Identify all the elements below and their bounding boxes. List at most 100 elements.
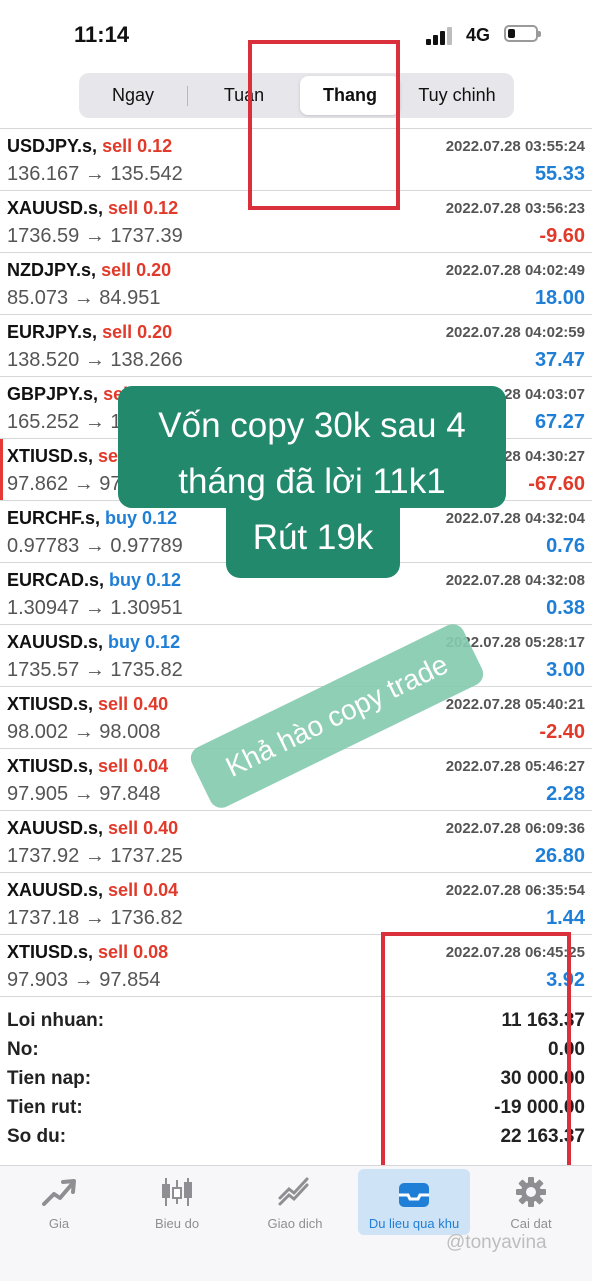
trade-profit: 37.47 <box>534 349 585 371</box>
trade-symbol: NZDJPY.s, sell 0.20 <box>7 260 171 281</box>
symbol-name: USDJPY.s, <box>7 136 98 156</box>
trade-symbol: EURJPY.s, sell 0.20 <box>7 322 172 343</box>
trend-arrow-icon <box>42 1179 76 1206</box>
symbol-name: XAUUSD.s, <box>7 198 104 218</box>
tab-quotes[interactable]: Gia <box>0 1166 118 1238</box>
trade-time: 2022.07.28 06:09:36 <box>445 820 585 837</box>
trade-profit: 0.38 <box>546 597 585 619</box>
trade-row[interactable]: NZDJPY.s, sell 0.20 2022.07.28 04:02:49 85… <box>0 253 592 315</box>
trade-profit: -9.60 <box>539 225 585 247</box>
trade-time: 2022.07.28 04:32:04 <box>445 510 585 527</box>
trade-prices: 97.905 → 97.848 <box>7 783 161 805</box>
trade-symbol: XTIUSD.s, sell 0.08 <box>7 942 168 963</box>
tab-settings[interactable]: Cai dat <box>472 1166 590 1238</box>
trade-time: 2022.07.28 05:40:21 <box>445 696 585 713</box>
trade-symbol: EURCAD.s, buy 0.12 <box>7 570 181 591</box>
symbol-name: EURCHF.s, <box>7 508 101 528</box>
tab-charts-label: Bieu do <box>154 1216 200 1231</box>
trade-symbol: XTIUSD.s, sell 0.04 <box>7 756 168 777</box>
tab-trade[interactable]: Giao dich <box>236 1166 354 1238</box>
trade-prices: 1737.92 → 1737.25 <box>7 845 183 867</box>
trade-row[interactable]: XAUUSD.s, sell 0.40 2022.07.28 06:09:36 17… <box>0 811 592 873</box>
trade-profit: 2.28 <box>546 783 585 805</box>
symbol-name: EURJPY.s, <box>7 322 98 342</box>
trade-time: 2022.07.28 04:02:49 <box>445 262 585 279</box>
trade-profit: 0.76 <box>546 535 585 557</box>
tab-history-label: Du lieu qua khu <box>368 1216 460 1231</box>
candlestick-icon <box>162 1178 192 1206</box>
trade-prices: 138.520 → 138.266 <box>7 349 183 371</box>
callout-line-2: tháng đã lời 11k1 <box>178 462 446 501</box>
summary-label: Tien nap: <box>7 1068 92 1089</box>
status-time: 11:14 <box>74 22 130 47</box>
history-tray-icon <box>399 1183 429 1207</box>
tab-settings-label: Cai dat <box>510 1216 552 1231</box>
trade-row[interactable]: XAUUSD.s, sell 0.04 2022.07.28 06:35:54 17… <box>0 873 592 935</box>
trade-time: 2022.07.28 06:35:54 <box>445 882 585 899</box>
trade-symbol: XTIUSD.s, sell 0.40 <box>7 694 168 715</box>
tab-trade-label: Giao dich <box>267 1216 323 1231</box>
trade-action: buy 0.12 <box>105 508 178 528</box>
trade-prices: 1737.18 → 1736.82 <box>7 907 183 929</box>
trade-prices: 136.167 → 135.542 <box>7 163 183 185</box>
trade-action: buy 0.12 <box>108 632 181 652</box>
trade-profit: 67.27 <box>534 411 585 433</box>
trade-profit: 55.33 <box>534 163 585 185</box>
symbol-name: GBPJPY.s, <box>7 384 99 404</box>
trade-action: sell 0.20 <box>101 260 172 280</box>
symbol-name: XTIUSD.s, <box>7 446 94 466</box>
symbol-name: XAUUSD.s, <box>7 632 104 652</box>
symbol-name: NZDJPY.s, <box>7 260 97 280</box>
watermark: @tonyavina <box>446 1232 547 1253</box>
trade-action: sell 0.12 <box>102 136 173 156</box>
highlight-box-period <box>248 40 400 210</box>
trade-profit: 3.00 <box>546 659 585 681</box>
trade-prices: 98.002 → 98.008 <box>7 721 161 743</box>
network-type: 4G <box>466 25 491 45</box>
trade-time: 2022.07.28 03:55:24 <box>445 138 585 155</box>
callout-line-1: Vốn copy 30k sau 4 <box>158 406 466 445</box>
trade-action: sell 0.08 <box>98 942 169 962</box>
trade-row[interactable]: XAUUSD.s, buy 0.12 2022.07.28 05:28:17 173… <box>0 625 592 687</box>
tab-charts[interactable]: Bieu do <box>118 1166 236 1238</box>
gear-icon <box>516 1177 546 1207</box>
trade-chart-icon <box>278 1177 309 1206</box>
trade-symbol: XAUUSD.s, sell 0.12 <box>7 198 178 219</box>
trade-prices: 0.97783 → 0.97789 <box>7 535 183 557</box>
trade-time: 2022.07.28 04:02:59 <box>445 324 585 341</box>
symbol-name: XTIUSD.s, <box>7 942 94 962</box>
summary-label: So du: <box>7 1126 67 1147</box>
trade-profit: 26.80 <box>534 845 585 867</box>
trade-time: 2022.07.28 05:46:27 <box>445 758 585 775</box>
summary-label: Tien rut: <box>7 1097 83 1118</box>
trade-action: sell 0.40 <box>108 818 179 838</box>
tab-day[interactable]: Ngay <box>83 76 183 115</box>
bottom-tab-bar: Gia Bieu do Giao dich Du lieu qua khu Ca… <box>0 1165 592 1281</box>
battery-icon <box>504 25 541 42</box>
trade-time: 2022.07.28 04:32:08 <box>445 572 585 589</box>
trade-action: sell 0.04 <box>108 880 179 900</box>
trade-row[interactable]: EURJPY.s, sell 0.20 2022.07.28 04:02:59 13… <box>0 315 592 377</box>
summary-label: No: <box>7 1039 39 1060</box>
trade-prices: 1736.59 → 1737.39 <box>7 225 183 247</box>
trade-profit: 1.44 <box>546 907 585 929</box>
trade-time: 2022.07.28 03:56:23 <box>445 200 585 217</box>
symbol-name: XAUUSD.s, <box>7 818 104 838</box>
trade-symbol: XAUUSD.s, sell 0.04 <box>7 880 178 901</box>
tab-history[interactable]: Du lieu qua khu <box>358 1169 470 1235</box>
trade-symbol: XAUUSD.s, sell 0.40 <box>7 818 178 839</box>
tab-custom[interactable]: Tuy chinh <box>403 76 511 115</box>
trade-prices: 1735.57 → 1735.82 <box>7 659 183 681</box>
symbol-name: EURCAD.s, <box>7 570 105 590</box>
trade-action: sell 0.12 <box>108 198 179 218</box>
trade-symbol: USDJPY.s, sell 0.12 <box>7 136 172 157</box>
trade-action: sell 0.04 <box>98 756 169 776</box>
trade-symbol: XAUUSD.s, buy 0.12 <box>7 632 180 653</box>
symbol-name: XTIUSD.s, <box>7 756 94 776</box>
trade-prices: 97.903 → 97.854 <box>7 969 161 991</box>
signal-strength-icon <box>426 25 456 45</box>
trade-profit: 18.00 <box>534 287 585 309</box>
summary-label: Loi nhuan: <box>7 1010 105 1031</box>
trade-action: sell 0.20 <box>102 322 173 342</box>
trade-symbol: EURCHF.s, buy 0.12 <box>7 508 177 529</box>
